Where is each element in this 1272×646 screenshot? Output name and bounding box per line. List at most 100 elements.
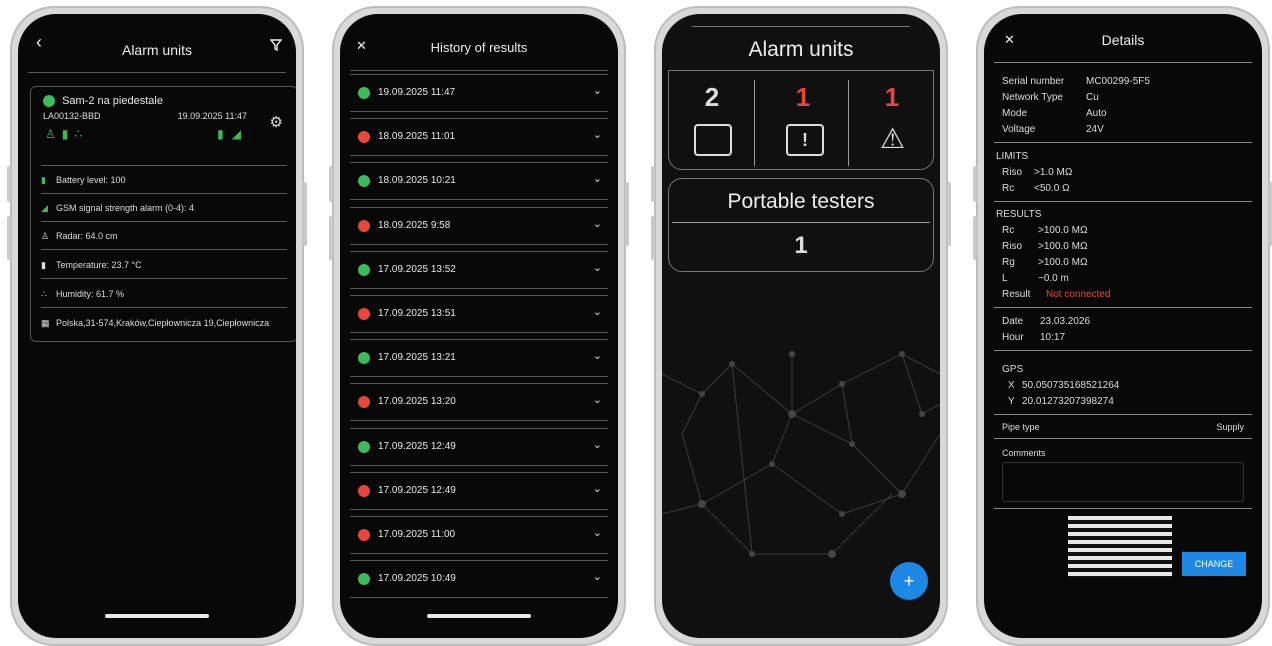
photo-thumbnail[interactable]	[1068, 516, 1172, 578]
result-value: Not connected	[1046, 289, 1111, 300]
l-value: ~0.0 m	[1038, 273, 1069, 284]
status-dot	[358, 131, 370, 144]
result-time: 17.09.2025 13:20	[378, 396, 456, 408]
result-row[interactable]: 17.09.2025 13:51 ⌄	[350, 295, 608, 333]
result-time: 17.09.2025 13:52	[378, 263, 456, 275]
divider	[41, 165, 287, 166]
screen: ✕ History of results 19.09.2025 11:47 ⌄ 18…	[340, 14, 618, 638]
serial-value: MC00299-5F5	[1086, 76, 1150, 87]
divider	[41, 221, 287, 222]
signal-icon: ◢	[231, 127, 249, 141]
pipe-type-label: Pipe type	[1002, 422, 1040, 432]
rg-value: >100.0 MΩ	[1038, 257, 1088, 268]
gps-header: GPS	[1002, 364, 1024, 375]
gps-x-value: 50.050735168521264	[1022, 380, 1120, 391]
result-row[interactable]: 17.09.2025 12:49 ⌄	[350, 427, 608, 466]
filter-icon[interactable]	[269, 38, 283, 55]
humidity-row: ∴ Humidity: 61.7 %	[41, 289, 289, 300]
humidity-icon: ∴	[74, 127, 89, 141]
chevron-down-icon[interactable]: ⌄	[593, 526, 602, 539]
mode-value: Auto	[1086, 108, 1107, 119]
top-divider	[692, 26, 910, 27]
result-time: 17.09.2025 10:49	[378, 573, 456, 585]
side-button	[625, 182, 629, 246]
page-title: Alarm units	[748, 38, 854, 61]
status-dot	[358, 484, 370, 497]
rc-limit-label: Rc	[1002, 183, 1015, 194]
battery-icon: ▮	[217, 127, 232, 141]
result-row[interactable]: 17.09.2025 13:52 ⌄	[350, 250, 608, 289]
divider	[672, 222, 930, 223]
result-row[interactable]: 17.09.2025 12:49 ⌄	[350, 471, 608, 510]
divider	[41, 249, 287, 250]
riso-limit-value: >1.0 MΩ	[1034, 167, 1073, 178]
result-row[interactable]: 17.09.2025 13:21 ⌄	[350, 339, 608, 378]
alarm-unit-card[interactable]: Sam-2 na piedestale LA00132-BBD 19.09.20…	[30, 86, 296, 342]
result-label: Result	[1002, 289, 1031, 300]
divider	[994, 438, 1252, 439]
chevron-down-icon[interactable]: ⌄	[593, 438, 602, 451]
chevron-down-icon[interactable]: ⌄	[593, 261, 602, 274]
divider	[994, 307, 1252, 308]
battery-label: Battery level: 100	[56, 175, 126, 185]
map-icon: ▦	[41, 318, 50, 328]
header-divider	[28, 72, 286, 73]
gear-icon[interactable]: ⚙	[270, 113, 283, 131]
chevron-down-icon[interactable]: ⌄	[593, 128, 602, 141]
chevron-down-icon[interactable]: ⌄	[593, 84, 602, 97]
divider	[41, 193, 287, 194]
temperature-row: ▮ Temperature: 23.7 °C	[41, 260, 289, 271]
side-button	[973, 166, 977, 202]
side-button	[651, 166, 655, 202]
device-icon	[694, 124, 732, 156]
result-time: 17.09.2025 13:21	[378, 352, 456, 364]
result-row[interactable]: 17.09.2025 13:20 ⌄	[350, 383, 608, 422]
side-button	[329, 216, 333, 260]
comments-label: Comments	[1002, 448, 1046, 458]
comments-input[interactable]	[1002, 462, 1244, 502]
humidity-icon: ∴	[41, 289, 47, 299]
change-button[interactable]: CHANGE	[1182, 552, 1246, 576]
serial-label: Serial number	[1002, 76, 1065, 87]
page-title: History of results	[430, 40, 528, 55]
chevron-down-icon[interactable]: ⌄	[593, 482, 602, 495]
status-dot	[358, 175, 370, 188]
radar-icon: ♙	[45, 127, 62, 141]
result-row[interactable]: 17.09.2025 11:00 ⌄	[350, 516, 608, 554]
hour-value: 10:17	[1040, 332, 1066, 343]
status-dot	[358, 440, 370, 453]
radar-label: Radar: 64.0 cm	[56, 231, 118, 241]
temperature-label: Temperature: 23.7 °C	[56, 260, 142, 270]
status-dot	[358, 308, 370, 320]
all-units-count[interactable]: 2	[672, 82, 752, 113]
result-row[interactable]: 18.09.2025 9:58 ⌄	[350, 206, 608, 245]
chevron-down-icon[interactable]: ⌄	[593, 217, 602, 230]
result-time: 17.09.2025 12:49	[378, 484, 456, 496]
result-row[interactable]: 19.09.2025 11:47 ⌄	[350, 74, 608, 112]
alarm-units-count[interactable]: 1	[760, 82, 846, 113]
header-divider	[350, 70, 608, 71]
chevron-down-icon[interactable]: ⌄	[593, 570, 602, 583]
result-time: 18.09.2025 11:01	[378, 131, 456, 143]
network-label: Network Type	[1002, 92, 1063, 103]
chevron-down-icon[interactable]: ⌄	[593, 172, 602, 185]
pipe-type-value[interactable]: Supply	[1216, 422, 1244, 432]
address-label: Polska,31-574,Kraków,Ciepłownicza 19,Cie…	[56, 318, 270, 328]
phone-history: ✕ History of results 19.09.2025 11:47 ⌄ 18…	[329, 6, 629, 646]
limits-header: LIMITS	[996, 151, 1029, 162]
unit-datetime: 19.09.2025 11:47	[177, 111, 247, 121]
side-button	[973, 216, 977, 260]
radar-row: ♙ Radar: 64.0 cm	[41, 231, 289, 242]
warning-units-count[interactable]: 1	[852, 82, 932, 113]
result-row[interactable]: 18.09.2025 11:01 ⌄	[350, 118, 608, 157]
hour-label: Hour	[1002, 332, 1024, 343]
portable-title: Portable testers	[727, 190, 875, 213]
chevron-down-icon[interactable]: ⌄	[593, 305, 602, 318]
result-row[interactable]: 17.09.2025 10:49 ⌄	[350, 560, 608, 599]
riso-label: Riso	[1002, 241, 1023, 252]
add-button[interactable]: +	[890, 562, 928, 600]
chevron-down-icon[interactable]: ⌄	[593, 393, 602, 406]
result-row[interactable]: 18.09.2025 10:21 ⌄	[350, 162, 608, 201]
chevron-down-icon[interactable]: ⌄	[593, 349, 602, 362]
screen: Alarm units 2 1 ! 1 ⚠ Portable testers 1…	[662, 14, 940, 638]
